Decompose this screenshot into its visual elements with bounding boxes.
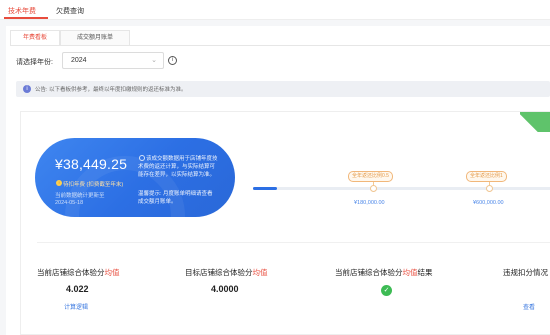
progress-track [253, 187, 550, 190]
progress-fill [253, 187, 277, 190]
metric-label-violations: 违规扣分情况 [503, 268, 548, 277]
check-success-icon: ✓ [381, 285, 392, 296]
stat-update-label: 当前数据统计更新至 [55, 193, 105, 199]
threshold-marker-1 [370, 185, 377, 192]
top-nav: 技术年费 欠费查询 [0, 0, 550, 20]
threshold-flag-2: 全年返还比例1 [466, 171, 507, 182]
subtab-monthly-bill[interactable]: 成交额月账单 [60, 30, 130, 46]
fee-amount: ¥38,449.25 [55, 156, 128, 172]
chevron-down-icon: ⌄ [151, 57, 157, 64]
threshold-flag-1: 全年返还比例0.5 [348, 171, 393, 182]
year-filter-label: 请选择年份: [16, 59, 53, 66]
corner-triangle [520, 112, 550, 132]
notice-text: 公告: 以下看板供参考，最终以年度扣缴规则的返还标准为准。 [35, 87, 187, 93]
section-divider [37, 242, 550, 243]
info-icon[interactable]: i [168, 56, 177, 65]
threshold-amount-1: ¥180,000.00 [354, 200, 385, 206]
fee-warning: 待扣年费 (扣费截至年末) [63, 182, 124, 188]
metric-value-target-score: 4.0000 [211, 284, 239, 294]
fee-card: ¥38,449.25 ! 待扣年费 (扣费截至年末) 当前数据统计更新至 202… [20, 111, 550, 335]
metric-value-current-score: 4.022 [66, 284, 89, 294]
calc-logic-link[interactable]: 计算逻辑 [64, 302, 88, 311]
threshold-amount-2: ¥600,000.00 [473, 200, 504, 206]
warning-icon: ! [56, 180, 62, 186]
stat-update-date: 2024-05-18 [55, 200, 84, 206]
corner-badge [520, 112, 550, 132]
main-panel: 年费看板 成交额月账单 请选择年份: 2024 ⌄ i i 公告: 以下看板供参… [6, 26, 550, 335]
tab-arrears-query[interactable]: 欠费查询 [56, 6, 84, 16]
threshold-marker-2 [486, 185, 493, 192]
subtab-fee-board[interactable]: 年费看板 [10, 30, 60, 46]
metric-label-current-score: 当前店铺综合体验分均值 [37, 268, 120, 277]
tip-extra: 温馨提示: 月度账单明细请查看成交额月账单。 [138, 191, 213, 205]
fee-summary-bubble: ¥38,449.25 ! 待扣年费 (扣费截至年末) 当前数据统计更新至 202… [35, 138, 235, 217]
year-select-value: 2024 [71, 57, 87, 64]
metric-label-score-result: 当前店铺综合体验分均值结果 [335, 268, 433, 277]
metric-label-target-score: 目标店铺综合体验分均值 [185, 268, 268, 277]
active-tab-indicator [4, 17, 48, 19]
view-violations-link[interactable]: 查看 [523, 302, 535, 311]
notice-info-icon: i [23, 85, 31, 93]
tip-main: 该成交额数据用于店铺年度技术费的返还计算，与实际结算可能存在差异，以实际结算为准… [138, 156, 218, 178]
tab-annual-fee[interactable]: 技术年费 [8, 6, 36, 16]
year-select[interactable]: 2024 ⌄ [62, 52, 164, 69]
notice-bar: i 公告: 以下看板供参考，最终以年度扣缴规则的返还标准为准。 [16, 81, 550, 97]
subtab-divider [10, 45, 550, 46]
